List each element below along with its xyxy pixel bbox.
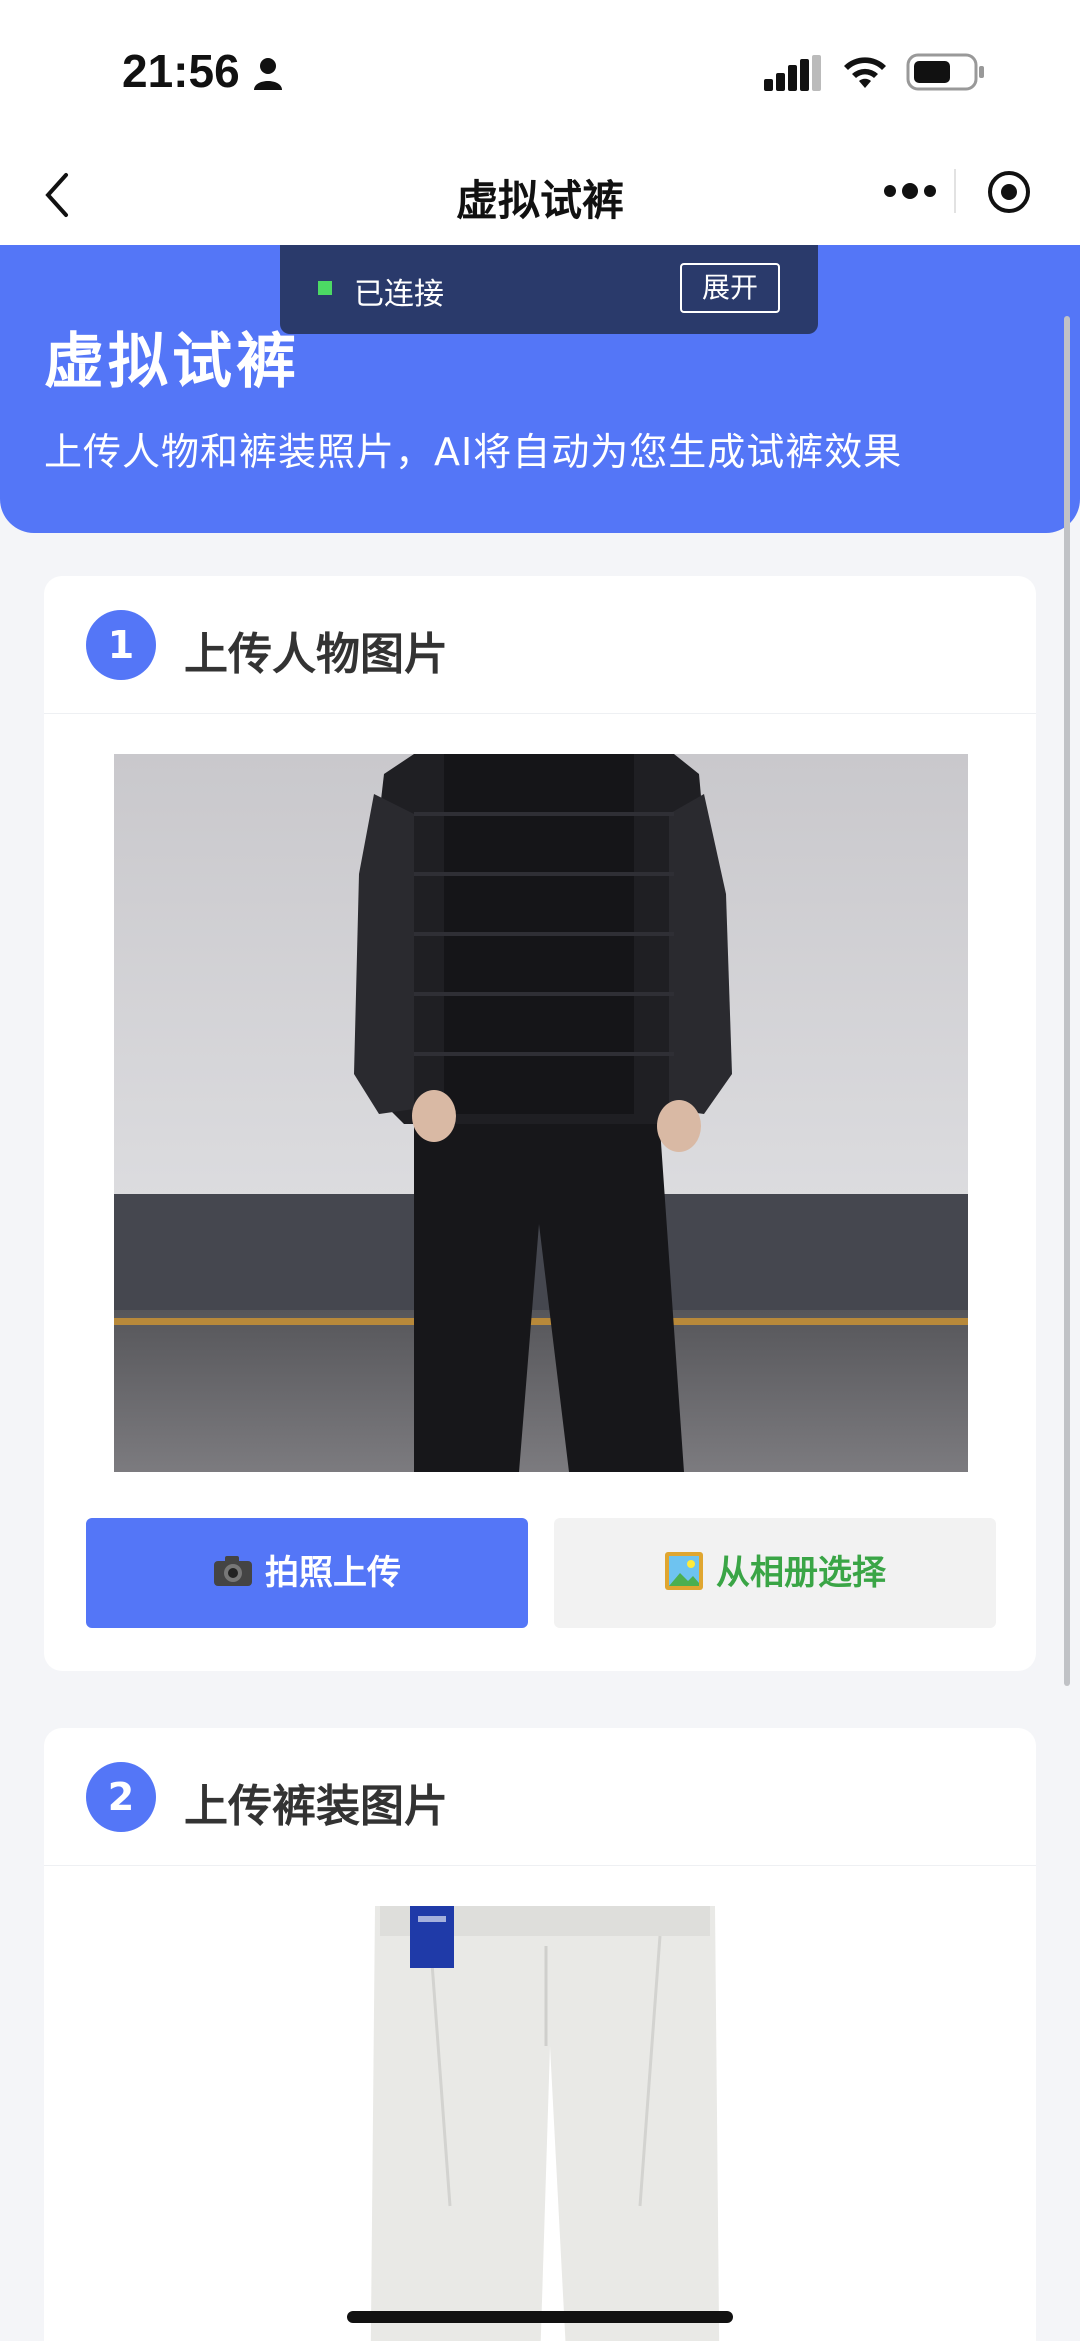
- status-time: 21:56: [122, 45, 240, 97]
- scrollbar[interactable]: [1064, 316, 1070, 1686]
- choose-from-album-button[interactable]: 从相册选择: [554, 1518, 996, 1628]
- nav-bar: 虚拟试裤: [0, 145, 1080, 245]
- step-badge: 1: [86, 610, 156, 680]
- hero-subtitle: 上传人物和裤装照片，AI将自动为您生成试裤效果: [44, 430, 903, 474]
- card-title: 上传人物图片: [184, 629, 448, 680]
- status-bar: 21:56: [0, 0, 1080, 145]
- person-icon: [254, 58, 282, 90]
- take-photo-label: 拍照上传: [265, 1553, 401, 1593]
- card-header: 2 上传裤装图片: [44, 1728, 1036, 1866]
- person-photo-image: [114, 754, 968, 1472]
- miniprogram-capsule: [860, 155, 1060, 227]
- connection-status-text: 已连接: [354, 277, 444, 312]
- card-title: 上传裤装图片: [184, 1781, 448, 1832]
- picture-icon: [665, 1551, 703, 1590]
- connection-banner: 已连接 展开: [280, 245, 818, 334]
- expand-button[interactable]: 展开: [680, 263, 780, 313]
- close-target-icon[interactable]: [986, 169, 1032, 215]
- more-icon[interactable]: [880, 177, 940, 205]
- camera-icon: [214, 1555, 252, 1586]
- step-badge: 2: [86, 1762, 156, 1832]
- home-indicator[interactable]: [347, 2311, 733, 2323]
- upload-person-card: 1 上传人物图片 拍照上传 从相册选择: [44, 576, 1036, 1671]
- wifi-icon: [844, 57, 886, 88]
- cellular-signal-icon: [764, 55, 821, 91]
- card-header: 1 上传人物图片: [44, 576, 1036, 714]
- connection-status-dot: [318, 281, 332, 295]
- person-photo[interactable]: [114, 754, 968, 1472]
- upload-pants-card: 2 上传裤装图片: [44, 1728, 1036, 2341]
- pants-photo[interactable]: [370, 1906, 720, 2341]
- battery-icon: [906, 53, 984, 91]
- take-photo-button[interactable]: 拍照上传: [86, 1518, 528, 1628]
- capsule-divider: [954, 169, 956, 213]
- pants-photo-image: [370, 1906, 720, 2341]
- hero-title: 虚拟试裤: [44, 327, 300, 397]
- choose-from-album-label: 从相册选择: [716, 1553, 886, 1593]
